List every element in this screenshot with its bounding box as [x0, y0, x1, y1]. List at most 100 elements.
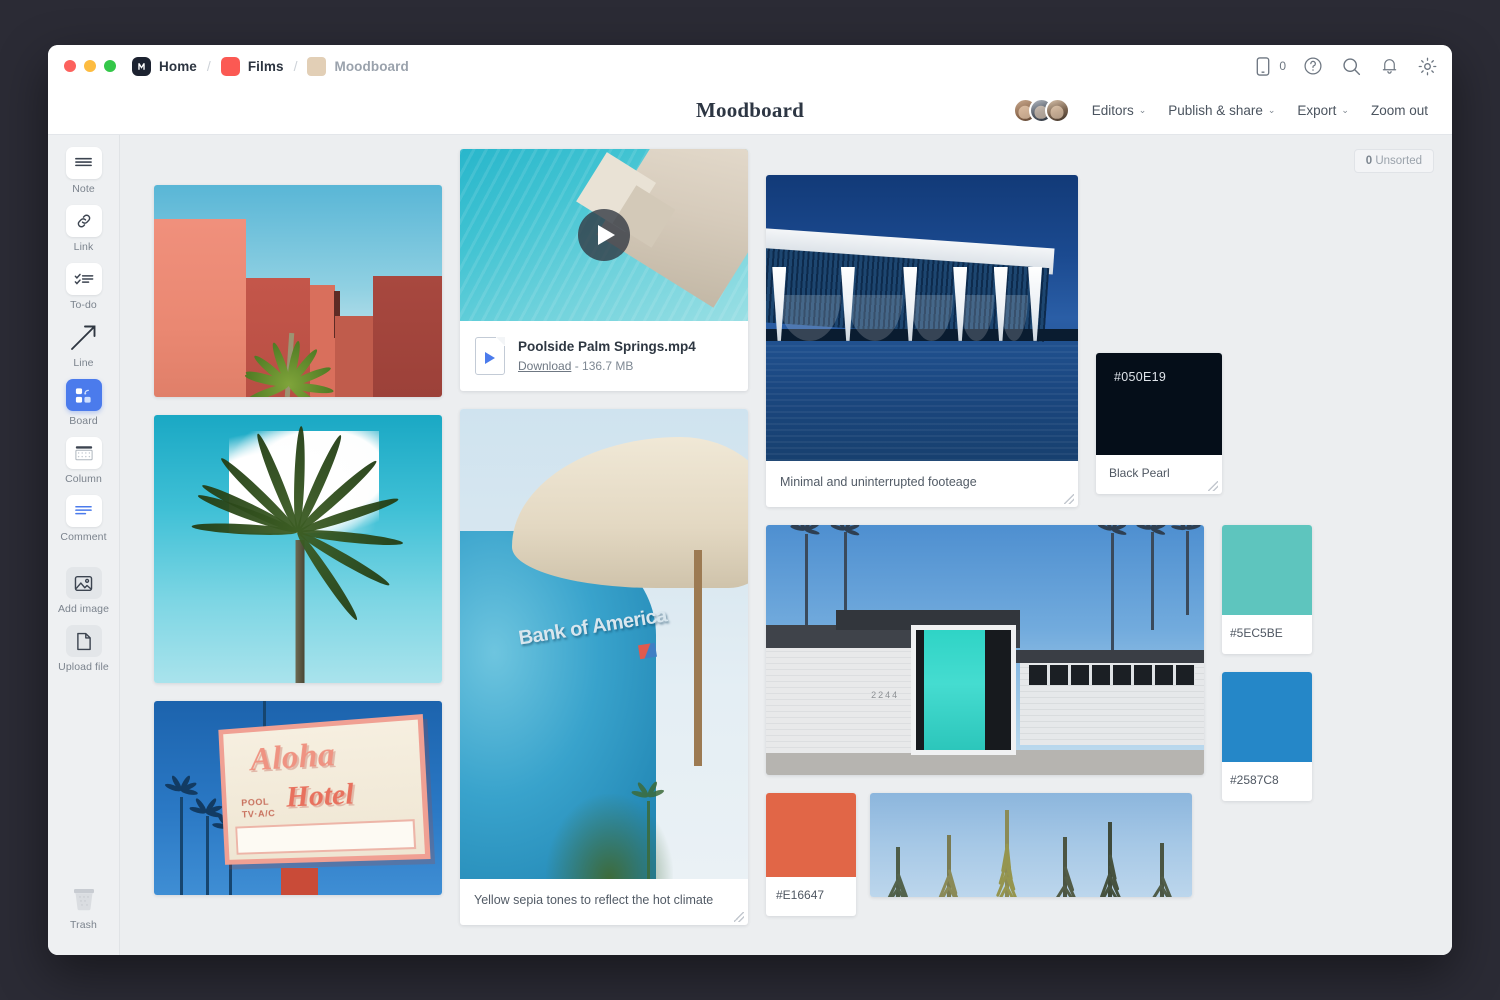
breadcrumb-separator: /: [206, 58, 212, 74]
card-bank-photo[interactable]: Bank of America: [460, 409, 748, 925]
breadcrumb-separator: /: [293, 58, 299, 74]
help-icon[interactable]: [1302, 55, 1324, 77]
bank-photo-note[interactable]: Yellow sepia tones to reflect the hot cl…: [460, 879, 748, 925]
download-link[interactable]: Download: [518, 359, 571, 373]
tool-label-upload-file: Upload file: [58, 661, 109, 673]
maximize-window-button[interactable]: [104, 60, 116, 72]
tool-column[interactable]: Column: [53, 437, 115, 485]
resize-handle-icon[interactable]: [1064, 494, 1074, 504]
bank-of-america-photo: Bank of America: [460, 409, 748, 879]
swatch-caption-black-pearl[interactable]: Black Pearl: [1096, 455, 1222, 494]
titlebar-actions: 0: [1252, 55, 1438, 77]
board-row-palace: Minimal and uninterrupted footeage #050E…: [766, 175, 1228, 507]
tool-label-note: Note: [72, 183, 95, 195]
board-column-1: Aloha Hotel POOLTV·A/C: [154, 149, 442, 925]
tool-trash[interactable]: Trash: [53, 883, 115, 931]
tool-note[interactable]: Note: [53, 147, 115, 195]
tool-line[interactable]: Line: [53, 321, 115, 369]
swatch-color-black-pearl: #050E19: [1096, 353, 1222, 455]
card-swatch-blue[interactable]: #2587C8: [1222, 672, 1312, 801]
device-count: 0: [1279, 59, 1286, 73]
card-terracotta-photo[interactable]: [154, 185, 442, 397]
card-swatch-black-pearl[interactable]: #050E19 Black Pearl: [1096, 353, 1222, 494]
swatch-caption-text: #5EC5BE: [1230, 626, 1283, 640]
breadcrumb-item-home[interactable]: Home: [132, 57, 197, 76]
aloha-sign-amenities: POOLTV·A/C: [241, 797, 276, 822]
tool-upload-file[interactable]: Upload file: [53, 625, 115, 673]
breadcrumb-label-home: Home: [159, 59, 197, 74]
editors-menu-button[interactable]: Editors ⌄: [1092, 103, 1147, 118]
zoom-out-button[interactable]: Zoom out: [1371, 103, 1428, 118]
tool-board[interactable]: Board: [53, 379, 115, 427]
swatch-color-orange: [766, 793, 856, 877]
palace-photo: [766, 175, 1078, 461]
zoom-out-label: Zoom out: [1371, 103, 1428, 118]
board-grid-icon: [66, 379, 102, 411]
title-bar: Home / Films / Moodboard: [48, 45, 1452, 87]
file-meta-separator: -: [571, 359, 582, 373]
unsorted-badge[interactable]: 0 Unsorted: [1354, 149, 1434, 173]
card-swatch-teal[interactable]: #5EC5BE: [1222, 525, 1312, 654]
breadcrumb-item-films[interactable]: Films: [221, 57, 284, 76]
play-button-icon[interactable]: [578, 209, 630, 261]
notification-bell-icon[interactable]: [1378, 55, 1400, 77]
board-column-3: Minimal and uninterrupted footeage #050E…: [766, 149, 1228, 925]
bank-note-text: Yellow sepia tones to reflect the hot cl…: [474, 893, 713, 907]
close-window-button[interactable]: [64, 60, 76, 72]
export-label: Export: [1297, 103, 1336, 118]
chevron-down-icon: ⌄: [1268, 105, 1276, 116]
swatch-caption-teal[interactable]: #5EC5BE: [1222, 615, 1312, 654]
app-body: Note Link: [48, 135, 1452, 955]
mobile-device-button[interactable]: 0: [1252, 55, 1286, 77]
video-file-name: Poolside Palm Springs.mp4: [518, 339, 696, 354]
tool-label-trash: Trash: [70, 919, 97, 931]
palace-note-text: Minimal and uninterrupted footeage: [780, 475, 977, 489]
swatch-color-teal: [1222, 525, 1312, 615]
card-swatch-orange[interactable]: #E16647: [766, 793, 856, 916]
swatch-caption-text: #2587C8: [1230, 773, 1279, 787]
resize-handle-icon[interactable]: [1208, 481, 1218, 491]
export-menu-button[interactable]: Export ⌄: [1297, 103, 1349, 118]
tool-add-image[interactable]: Add image: [53, 567, 115, 615]
link-icon: [66, 205, 102, 237]
minimize-window-button[interactable]: [84, 60, 96, 72]
aloha-sign-line1: Aloha: [250, 737, 337, 780]
poolside-video-thumbnail[interactable]: [460, 149, 748, 321]
search-icon[interactable]: [1340, 55, 1362, 77]
swatch-caption-blue[interactable]: #2587C8: [1222, 762, 1312, 801]
board-columns: Aloha Hotel POOLTV·A/C: [136, 149, 1436, 925]
tool-comment[interactable]: Comment: [53, 495, 115, 543]
traffic-lights[interactable]: [64, 60, 116, 72]
video-file-sub: Download - 136.7 MB: [518, 359, 696, 373]
editor-avatars[interactable]: [1013, 98, 1070, 123]
swatch-hex-black-pearl: #050E19: [1114, 370, 1166, 384]
breadcrumb-label-films: Films: [248, 59, 284, 74]
resize-handle-icon[interactable]: [734, 912, 744, 922]
tool-todo[interactable]: To-do: [53, 263, 115, 311]
publish-share-menu-button[interactable]: Publish & share ⌄: [1168, 103, 1275, 118]
tool-link[interactable]: Link: [53, 205, 115, 253]
unsorted-label: Unsorted: [1375, 155, 1422, 167]
card-fronds-photo[interactable]: [870, 793, 1192, 897]
house-address-number: 2244: [871, 690, 899, 700]
tool-label-add-image: Add image: [58, 603, 109, 615]
breadcrumb-label-moodboard: Moodboard: [334, 59, 408, 74]
card-aloha-sign[interactable]: Aloha Hotel POOLTV·A/C: [154, 701, 442, 895]
card-house-photo[interactable]: 2244: [766, 525, 1204, 775]
breadcrumb-item-moodboard[interactable]: Moodboard: [307, 57, 408, 76]
swatch-caption-text: Black Pearl: [1109, 466, 1170, 480]
chevron-down-icon: ⌄: [1341, 105, 1349, 116]
line-arrow-icon: [66, 321, 102, 353]
swatch-caption-orange[interactable]: #E16647: [766, 877, 856, 916]
aloha-sign-board: Aloha Hotel POOLTV·A/C: [219, 714, 432, 865]
board-canvas[interactable]: 0 Unsorted: [120, 135, 1452, 955]
card-palace-photo[interactable]: Minimal and uninterrupted footeage: [766, 175, 1078, 507]
midcentury-house-photo: 2244: [766, 525, 1204, 775]
card-video-file[interactable]: Poolside Palm Springs.mp4 Download - 136…: [460, 149, 748, 391]
card-palm-cloud-photo[interactable]: [154, 415, 442, 683]
settings-gear-icon[interactable]: [1416, 55, 1438, 77]
editor-avatar-3[interactable]: [1045, 98, 1070, 123]
tool-label-todo: To-do: [70, 299, 97, 311]
video-file-size: 136.7 MB: [582, 359, 633, 373]
palace-photo-note[interactable]: Minimal and uninterrupted footeage: [766, 461, 1078, 507]
